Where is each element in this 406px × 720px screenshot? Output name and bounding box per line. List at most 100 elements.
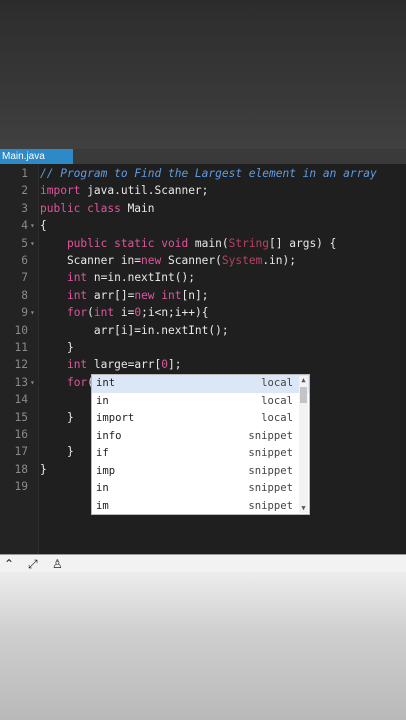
autocomplete-item-kind: snippet [248,447,293,459]
code-token: ]; [168,358,182,372]
autocomplete-item-label: int [96,377,116,389]
code-token: } [40,462,47,476]
code-text: int large=arr[0]; [40,356,182,373]
resize-icon[interactable]: ⤢ [28,556,38,572]
code-token: int [66,288,88,302]
code-line[interactable]: 5 ▾ public static void main(String[] args… [0,235,406,252]
code-text: Scanner in=new Scanner(System.in); [40,252,296,269]
line-number: 10 [14,323,28,337]
line-number: 7 [21,271,28,285]
autocomplete-item-kind: local [261,394,293,407]
code-token: { [40,219,47,233]
code-token: new [141,254,162,267]
code-line[interactable]: 3 public class Main [0,200,406,217]
fold-arrow-icon[interactable]: ▾ [30,235,35,252]
fold-arrow-icon[interactable]: ▾ [30,217,35,234]
code-token: } [40,410,74,424]
autocomplete-item[interactable]: info snippet [92,428,309,446]
autocomplete-item-kind: local [261,412,293,424]
code-token: int [93,306,115,320]
code-token: public class [40,201,121,215]
autocomplete-item[interactable]: if snippet [92,445,309,463]
code-text: int n=in.nextInt(); [40,269,195,286]
code-text: import java.util.Scanner; [40,182,208,199]
scroll-up-arrow-icon[interactable]: ▲ [299,376,308,385]
code-line[interactable]: 8 int arr[]=new int[n]; [0,287,406,304]
code-line[interactable]: 11 } [0,339,406,356]
code-text: int arr[]=new int[n]; [40,287,208,304]
code-token: .in); [262,254,296,267]
code-token: int [66,358,88,372]
code-token: Scanner( [161,254,222,267]
line-number: 8 [21,288,28,302]
line-number: 3 [21,201,28,215]
code-token: for [66,306,88,320]
code-line[interactable]: 1 // Program to Find the Largest element … [0,165,406,182]
line-number: 9 [21,306,28,320]
autocomplete-item[interactable]: in snippet [92,480,309,498]
autocomplete-item-kind: local [261,377,293,389]
autocomplete-item-label: imp [96,464,116,477]
autocomplete-item[interactable]: import local [92,410,309,428]
code-text: public class Main [40,200,155,217]
autocomplete-item-label: if [96,447,109,459]
fold-arrow-icon[interactable]: ▾ [30,304,35,321]
code-token: System [221,254,263,267]
code-token: Scanner in= [40,254,142,267]
line-number: 16 [14,428,28,441]
line-number: 17 [14,445,28,459]
autocomplete-item-label: im [96,499,109,512]
code-token: new int [134,288,182,302]
line-number: 15 [14,410,28,424]
autocomplete-item-kind: snippet [248,499,293,512]
code-token: main( [188,236,229,250]
code-token: [n]; [181,288,209,302]
code-line[interactable]: 12 int large=arr[0]; [0,356,406,373]
code-token: ;i<n;i++){ [141,306,209,320]
line-number: 2 [21,184,28,198]
code-token: [] args) { [269,236,337,250]
scroll-thumb[interactable] [300,387,307,403]
code-line[interactable]: 2 import java.util.Scanner; [0,182,406,199]
expand-up-icon[interactable]: ⌃ [4,556,14,572]
autocomplete-scrollbar[interactable]: ▲ ▼ [299,376,308,513]
code-token: i= [114,306,135,320]
code-line[interactable]: 6 Scanner in=new Scanner(System.in); [0,252,406,269]
autocomplete-item[interactable]: int local [92,375,309,393]
code-line[interactable]: 9 ▾ for(int i=0;i<n;i++){ [0,304,406,321]
line-number: 4 [21,219,28,233]
scroll-down-arrow-icon[interactable]: ▼ [299,504,308,513]
autocomplete-item[interactable]: in local [92,393,309,411]
tab-main-java[interactable]: Main.java [0,149,73,164]
code-line[interactable]: 7 int n=in.nextInt(); [0,269,406,286]
code-line[interactable]: 10 arr[i]=in.nextInt(); [0,322,406,339]
code-token: large=arr[ [87,358,162,372]
code-token: java.util.Scanner; [80,184,209,198]
code-token: arr[]= [87,288,135,302]
code-line[interactable]: 4 ▾ { [0,217,406,234]
code-text: arr[i]=in.nextInt(); [40,322,229,339]
autocomplete-item-label: in [96,482,109,494]
line-number: 14 [14,393,28,407]
code-token: String [228,236,270,250]
code-text: { [40,217,47,234]
code-token: 0 [161,358,169,372]
person-icon[interactable]: ♙ [52,556,63,572]
autocomplete-popup[interactable]: int local in local import local info snippet if s… [91,374,310,515]
code-token: n=in.nextInt(); [87,271,195,285]
code-text: // Program to Find the Largest element i… [40,165,377,182]
autocomplete-item-kind: snippet [248,429,293,442]
autocomplete-item-kind: snippet [248,482,293,494]
line-number: 12 [14,358,28,372]
code-text: public static void main(String[] args) { [40,235,336,252]
code-text: } [40,409,74,426]
autocomplete-item[interactable]: imp snippet [92,463,309,481]
line-number: 18 [14,462,28,476]
fold-arrow-icon[interactable]: ▾ [30,374,35,391]
autocomplete-item[interactable]: im snippet [92,498,309,515]
line-number: 19 [14,480,28,494]
code-text: for(int i=0;i<n;i++){ [40,304,209,321]
code-token: for [66,375,88,389]
